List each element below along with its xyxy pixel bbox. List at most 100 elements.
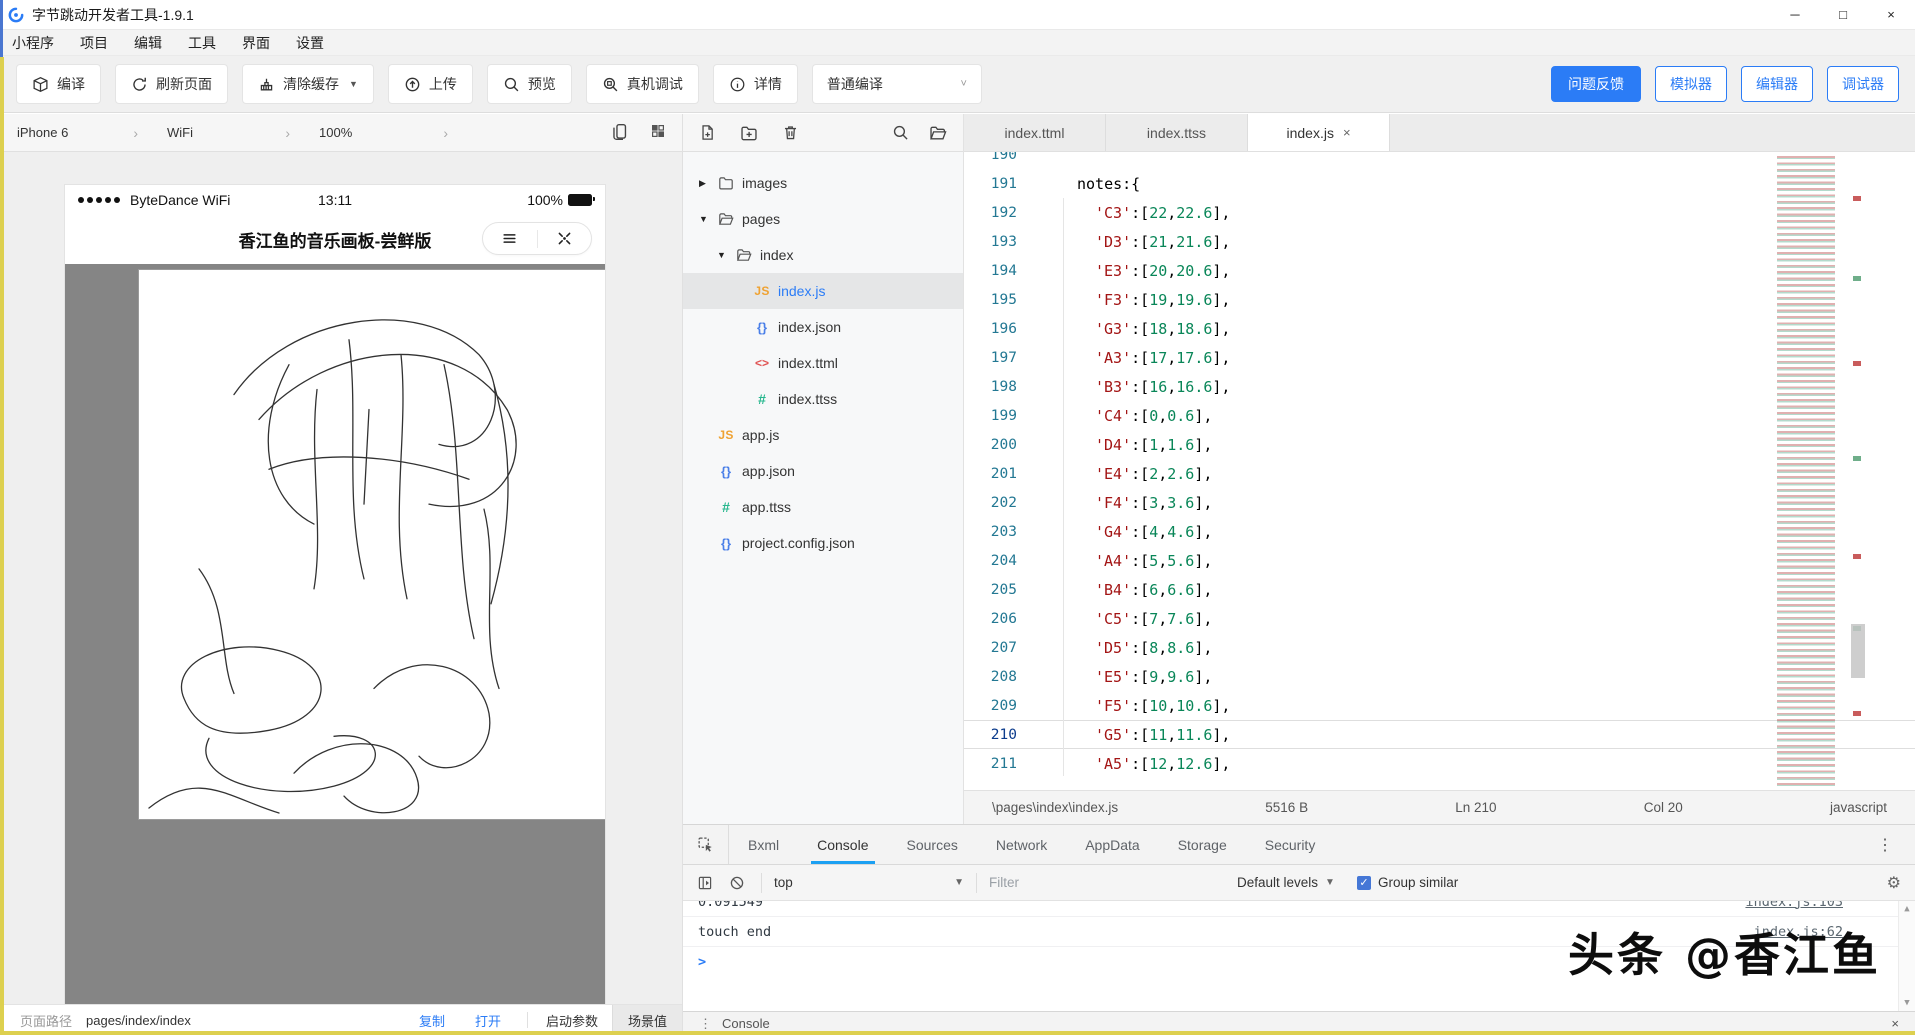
delete-file-button[interactable] <box>782 124 799 141</box>
line-number: 203 <box>964 524 1040 540</box>
code-viewport[interactable]: 190191notes:{192'C3':[22,22.6],193'D3':[… <box>964 152 1915 790</box>
scrollbar-thumb[interactable] <box>1851 624 1865 678</box>
close-button[interactable]: × <box>1867 0 1915 30</box>
file-name: images <box>742 175 787 191</box>
tree-item-index-ttml[interactable]: <>index.ttml <box>683 345 963 381</box>
console-tab-bxml[interactable]: Bxml <box>729 825 798 864</box>
tree-item-app-js[interactable]: JSapp.js <box>683 417 963 453</box>
launch-params-tab[interactable]: 启动参数 <box>546 1011 598 1030</box>
scroll-up-icon[interactable]: ▲ <box>1904 904 1909 914</box>
code-text: 'A3':[17,17.6], <box>1040 349 1230 367</box>
log-levels-select[interactable]: Default levels ▼ <box>1237 875 1335 890</box>
network-select[interactable]: WiFi› <box>150 125 302 141</box>
mirror-phone-icon[interactable] <box>611 123 628 143</box>
drawing-board-background <box>65 264 605 1004</box>
caret-down-icon: ▼ <box>954 877 964 888</box>
status-language[interactable]: javascript <box>1830 800 1887 815</box>
feedback-button[interactable]: 问题反馈 <box>1551 66 1641 102</box>
compile-button[interactable]: 编译 <box>16 64 101 104</box>
drawer-dots-icon[interactable]: ⋮ <box>699 1016 712 1032</box>
menu-item-3[interactable]: 工具 <box>186 33 218 53</box>
preview-button[interactable]: 预览 <box>487 64 572 104</box>
console-prompt[interactable]: > <box>698 954 706 970</box>
chevron-expanded-icon[interactable]: ▼ <box>699 214 709 224</box>
show-sidebar-button[interactable] <box>697 875 713 891</box>
upload-button[interactable]: 上传 <box>388 64 473 104</box>
element-picker-button[interactable] <box>683 825 729 864</box>
more-options-icon[interactable]: ⋮ <box>1877 825 1915 864</box>
tree-item-images[interactable]: ▶ images <box>683 165 963 201</box>
editor-button[interactable]: 编辑器 <box>1741 66 1813 102</box>
tree-item-project-config-json[interactable]: {}project.config.json <box>683 525 963 561</box>
console-tab-security[interactable]: Security <box>1246 825 1335 864</box>
console-log-area[interactable]: 0.091549index.js:103touch endindex.js:62… <box>683 901 1915 1011</box>
console-tab-sources[interactable]: Sources <box>888 825 977 864</box>
device-debug-icon <box>602 76 619 93</box>
tab-index-js[interactable]: index.js× <box>1248 114 1390 151</box>
line-number: 199 <box>964 408 1040 424</box>
code-line-194: 194'E3':[20,20.6], <box>964 256 1915 285</box>
ttss-file-icon: # <box>753 391 771 407</box>
drawing-canvas[interactable] <box>138 269 605 820</box>
compile-mode-select[interactable]: 普通编译 ˅ <box>812 64 982 104</box>
menu-item-0[interactable]: 小程序 <box>10 33 56 53</box>
line-number: 198 <box>964 379 1040 395</box>
tree-item-index[interactable]: ▼index <box>683 237 963 273</box>
search-files-button[interactable] <box>892 124 909 142</box>
menu-item-4[interactable]: 界面 <box>240 33 272 53</box>
js-file-icon: JS <box>753 284 771 298</box>
tree-item-index-ttss[interactable]: #index.ttss <box>683 381 963 417</box>
minimap[interactable] <box>1777 156 1869 786</box>
console-tab-appdata[interactable]: AppData <box>1066 825 1158 864</box>
code-line-200: 200'D4':[1,1.6], <box>964 430 1915 459</box>
chevron-collapsed-icon[interactable]: ▶ <box>699 178 709 189</box>
scroll-down-icon[interactable]: ▼ <box>1904 998 1909 1008</box>
minimize-button[interactable]: ─ <box>1771 0 1819 30</box>
tree-item-app-ttss[interactable]: #app.ttss <box>683 489 963 525</box>
log-source-link[interactable]: index.js:103 <box>1745 901 1843 910</box>
console-tab-console[interactable]: Console <box>798 825 887 864</box>
refresh-page-button[interactable]: 刷新页面 <box>115 64 228 104</box>
open-path-button[interactable]: 打开 <box>475 1011 501 1030</box>
menu-item-1[interactable]: 项目 <box>78 33 110 53</box>
device-select[interactable]: iPhone 6› <box>0 125 150 141</box>
close-tab-icon[interactable]: × <box>1343 125 1351 140</box>
details-button[interactable]: 详情 <box>713 64 798 104</box>
grid-layout-icon[interactable] <box>650 123 666 143</box>
context-value: top <box>774 875 793 890</box>
copy-path-button[interactable]: 复制 <box>419 1011 445 1030</box>
tree-item-index-js[interactable]: JSindex.js <box>683 273 963 309</box>
tree-item-pages[interactable]: ▼pages <box>683 201 963 237</box>
tab-index-ttml[interactable]: index.ttml <box>964 114 1106 151</box>
chevron-expanded-icon[interactable]: ▼ <box>717 250 727 260</box>
code-text: 'C4':[0,0.6], <box>1040 407 1212 425</box>
console-scrollbar[interactable]: ▲ ▼ <box>1898 901 1915 1011</box>
clear-cache-button[interactable]: 清除缓存▼ <box>242 64 374 104</box>
json-file-icon: {} <box>717 464 735 479</box>
tree-item-index-json[interactable]: {}index.json <box>683 309 963 345</box>
drawer-close-button[interactable]: × <box>1891 1016 1899 1031</box>
console-settings-gear-icon[interactable]: ⚙ <box>1887 873 1901 893</box>
console-tab-storage[interactable]: Storage <box>1159 825 1246 864</box>
tree-item-app-json[interactable]: {}app.json <box>683 453 963 489</box>
context-select[interactable]: top ▼ <box>774 875 964 890</box>
debugger-button[interactable]: 调试器 <box>1827 66 1899 102</box>
console-tab-network[interactable]: Network <box>977 825 1066 864</box>
new-file-button[interactable] <box>699 124 716 141</box>
maximize-button[interactable]: □ <box>1819 0 1867 30</box>
new-folder-button[interactable] <box>740 124 758 142</box>
group-similar-checkbox[interactable]: ✓ <box>1357 876 1371 890</box>
filter-input[interactable]: Filter <box>989 875 1217 890</box>
tab-index-ttss[interactable]: index.ttss <box>1106 114 1248 151</box>
code-text: 'E4':[2,2.6], <box>1040 465 1212 483</box>
device-debug-button[interactable]: 真机调试 <box>586 64 699 104</box>
scale-select[interactable]: 100%› <box>302 125 460 141</box>
menu-item-5[interactable]: 设置 <box>294 33 326 53</box>
capsule-close-button[interactable] <box>538 230 592 247</box>
capsule-menu-button[interactable] <box>483 230 537 247</box>
status-file-size: 5516 B <box>1265 800 1308 815</box>
clear-console-button[interactable] <box>729 875 745 891</box>
menu-item-2[interactable]: 编辑 <box>132 33 164 53</box>
simulator-button[interactable]: 模拟器 <box>1655 66 1727 102</box>
open-folder-button[interactable] <box>929 124 947 142</box>
